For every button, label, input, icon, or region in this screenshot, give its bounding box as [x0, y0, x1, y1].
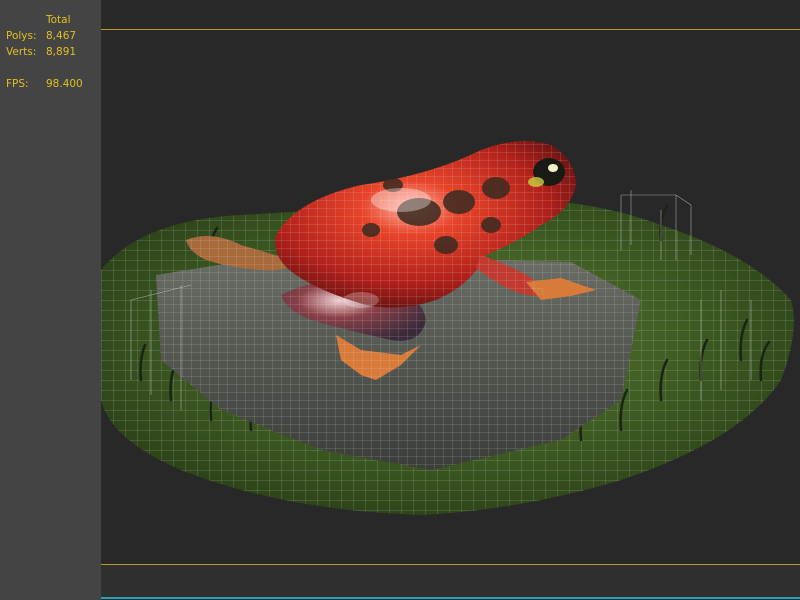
scene-render [101, 141, 794, 516]
stats-panel: Total Polys: 8,467 Verts: 8,891 FPS: 98.… [0, 0, 101, 600]
fps-label: FPS: [6, 78, 29, 90]
verts-label: Verts: [6, 46, 37, 58]
polys-label: Polys: [6, 30, 37, 42]
safe-frame-bottom-line [101, 564, 800, 565]
polys-value: 8,467 [46, 30, 77, 42]
viewport-bottom-bar [101, 564, 800, 600]
verts-value: 8,891 [46, 46, 77, 58]
3d-viewport[interactable] [101, 0, 800, 600]
stats-header-total: Total [46, 14, 71, 26]
fps-value: 98.400 [46, 78, 83, 90]
viewport-active-border [101, 597, 800, 599]
